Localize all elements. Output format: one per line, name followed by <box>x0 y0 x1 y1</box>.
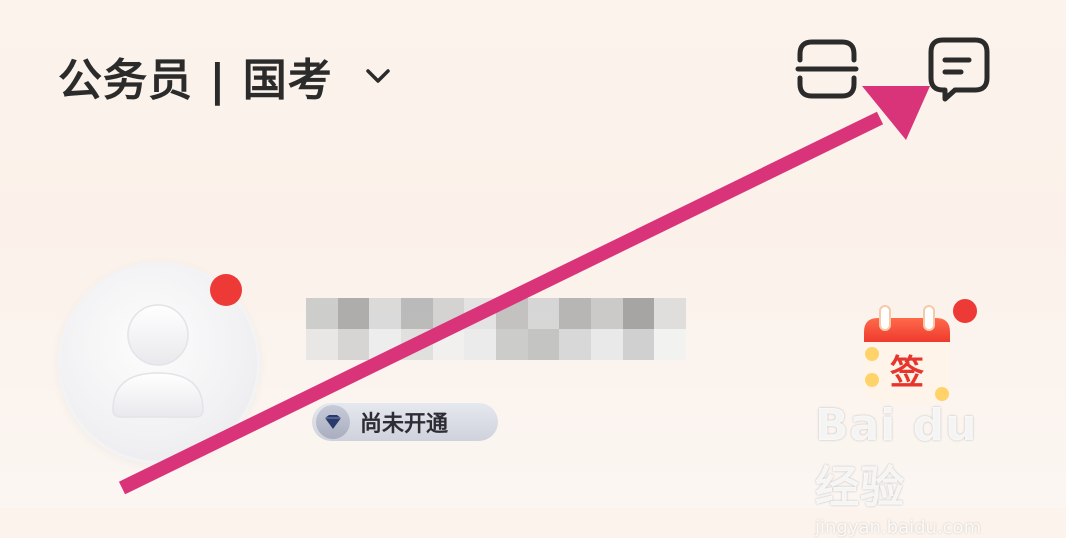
exam-category-selector[interactable]: 公务员 | 国考 <box>58 44 393 108</box>
gem-icon <box>316 405 350 439</box>
exam-category-title: 公务员 | 国考 <box>58 55 333 106</box>
svg-text:签: 签 <box>890 353 924 393</box>
avatar-notification-dot <box>210 274 242 306</box>
vip-status-badge[interactable]: 尚未开通 <box>312 403 498 441</box>
baidu-jingyan-watermark: Bai du 经验 jingyan.baidu.com <box>815 400 1035 538</box>
scan-icon <box>795 39 859 99</box>
signin-notification-dot <box>950 296 980 326</box>
daily-signin-button[interactable]: 签 <box>860 296 980 406</box>
vip-status-label: 尚未开通 <box>360 412 449 437</box>
message-button[interactable] <box>925 36 991 102</box>
watermark-url: jingyan.baidu.com <box>815 517 982 538</box>
calendar-icon: 签 <box>864 305 950 402</box>
username-blurred <box>306 298 686 360</box>
scan-button[interactable] <box>794 36 860 102</box>
message-icon <box>928 37 990 102</box>
watermark-brand: Bai du 经验 <box>815 400 978 513</box>
chevron-down-icon <box>363 61 393 91</box>
user-avatar-button[interactable] <box>58 262 260 464</box>
top-header: 公务员 | 国考 <box>0 0 1066 150</box>
